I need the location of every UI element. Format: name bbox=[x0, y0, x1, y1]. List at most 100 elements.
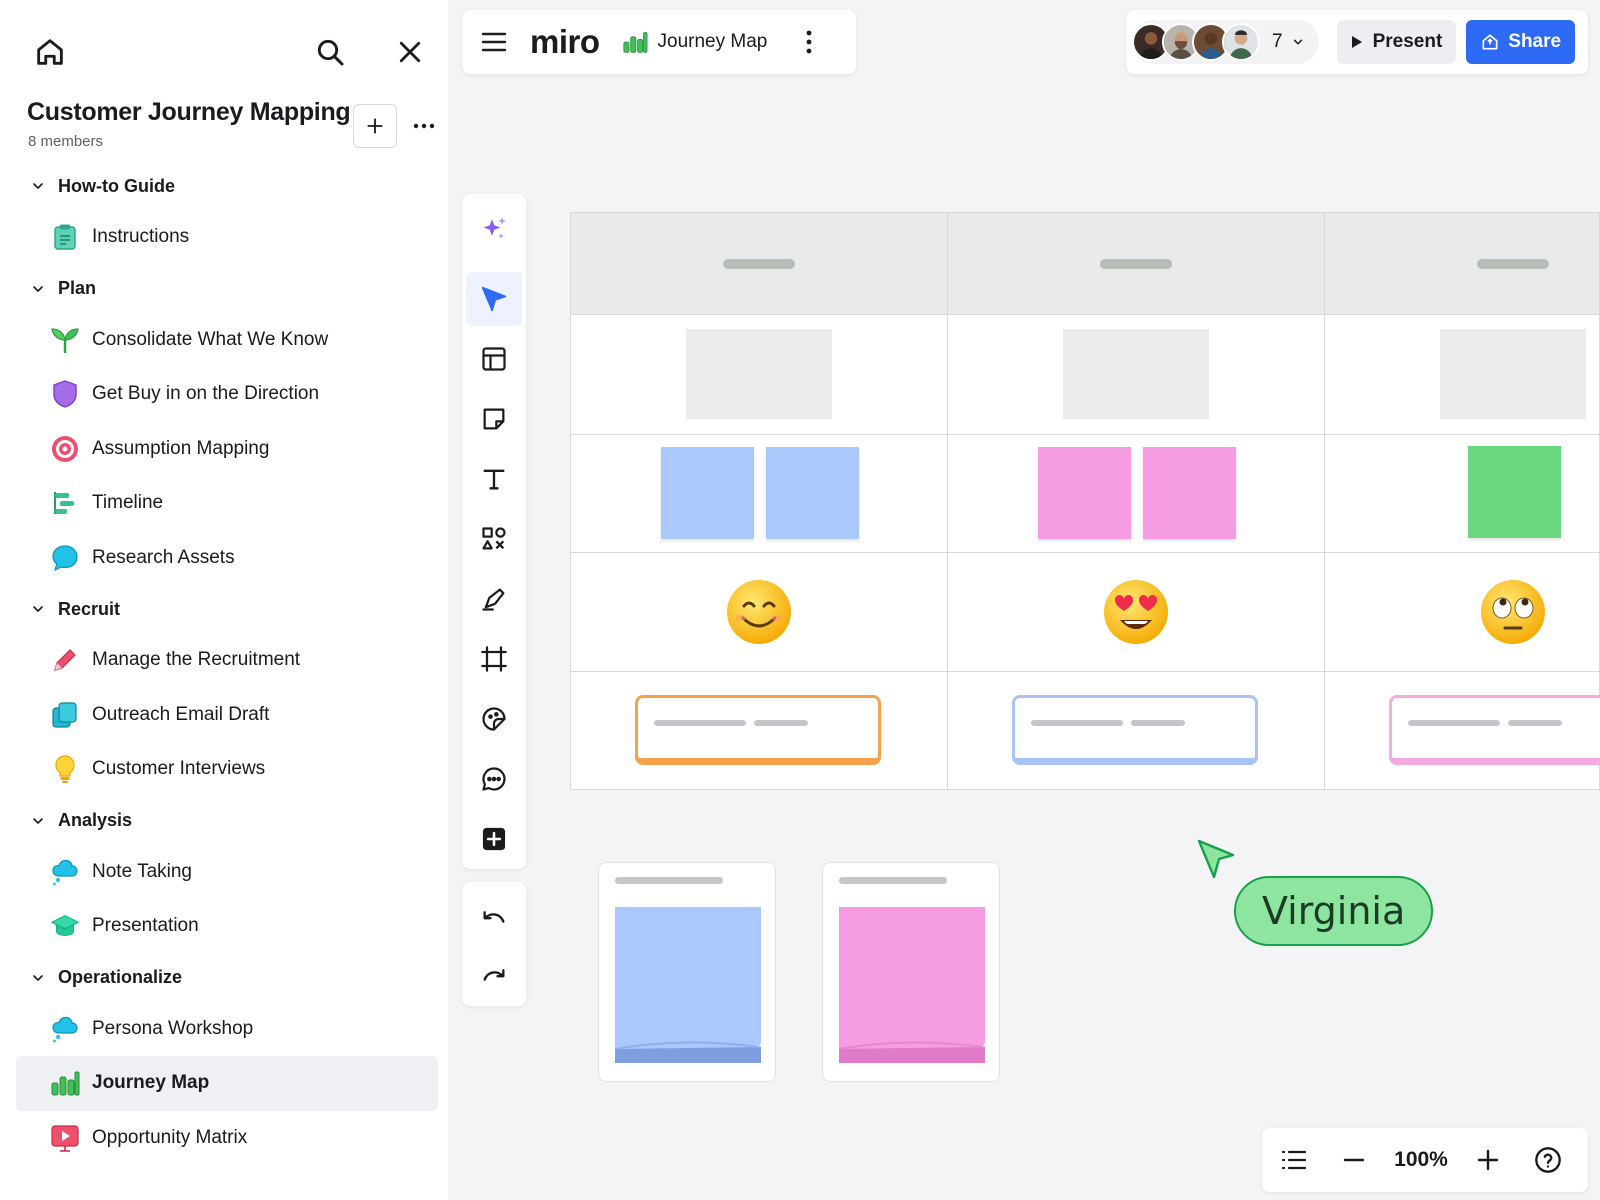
frame-tool-button[interactable] bbox=[466, 632, 522, 686]
miro-logo[interactable]: miro bbox=[530, 23, 600, 61]
image-placeholder[interactable] bbox=[1440, 329, 1586, 419]
zoom-level[interactable]: 100% bbox=[1376, 1148, 1466, 1172]
comment-tool-button[interactable] bbox=[466, 752, 522, 806]
row-divider bbox=[571, 552, 1599, 553]
plus-icon bbox=[367, 118, 383, 134]
text-card[interactable] bbox=[1389, 695, 1600, 765]
shapes-tool-button[interactable] bbox=[466, 512, 522, 566]
nav-item-opportunity-matrix[interactable]: Opportunity Matrix bbox=[16, 1111, 438, 1166]
nav-item-label: Timeline bbox=[92, 492, 164, 514]
bar-chart-icon bbox=[50, 1068, 80, 1098]
section-recruit[interactable]: Recruit bbox=[16, 585, 438, 633]
ai-assist-button[interactable] bbox=[466, 202, 522, 256]
nav-item-note-taking[interactable]: Note Taking bbox=[16, 845, 438, 900]
timeline-icon bbox=[50, 488, 80, 518]
nav-item-instructions[interactable]: Instructions bbox=[16, 210, 438, 265]
section-label: Operationalize bbox=[58, 967, 183, 987]
list-icon bbox=[1281, 1150, 1307, 1170]
text-card[interactable] bbox=[1012, 695, 1258, 765]
help-icon bbox=[1535, 1147, 1561, 1173]
sticky-note-tool-button[interactable] bbox=[466, 392, 522, 446]
nav-item-label: Customer Interviews bbox=[92, 758, 266, 780]
search-button[interactable] bbox=[310, 32, 350, 72]
sidebar: Customer Journey Mapping 8 members How-t… bbox=[0, 0, 448, 1200]
nav-item-research-assets[interactable]: Research Assets bbox=[16, 531, 438, 586]
redo-button[interactable] bbox=[466, 948, 522, 1002]
nav-item-timeline[interactable]: Timeline bbox=[16, 476, 438, 531]
smiling-face-emoji-icon[interactable] bbox=[725, 578, 793, 646]
close-icon bbox=[399, 41, 421, 63]
section-label: Recruit bbox=[58, 598, 121, 619]
pen-icon bbox=[482, 588, 505, 611]
undo-button[interactable] bbox=[466, 890, 522, 944]
journey-map-table[interactable] bbox=[570, 212, 1600, 790]
main-menu-button[interactable] bbox=[474, 22, 514, 62]
nav-item-outreach-email[interactable]: Outreach Email Draft bbox=[16, 688, 438, 743]
nav-item-get-buy-in[interactable]: Get Buy in on the Direction bbox=[16, 367, 438, 422]
sticky-note-stack[interactable] bbox=[598, 862, 776, 1082]
column-title-placeholder bbox=[723, 259, 795, 269]
templates-tool-button[interactable] bbox=[466, 332, 522, 386]
chevron-down-icon bbox=[30, 970, 48, 986]
share-button[interactable]: Share bbox=[1466, 20, 1576, 64]
collaborators-button[interactable]: 7 bbox=[1132, 20, 1319, 64]
board-name: Journey Map bbox=[657, 31, 768, 52]
cursor-arrow-icon bbox=[481, 286, 507, 312]
row-divider bbox=[571, 671, 1599, 672]
help-button[interactable] bbox=[1526, 1138, 1570, 1182]
layout-icon bbox=[482, 347, 506, 371]
plus-icon bbox=[1477, 1149, 1499, 1171]
more-options-button[interactable] bbox=[406, 104, 442, 148]
nav-item-manage-recruitment[interactable]: Manage the Recruitment bbox=[16, 633, 438, 688]
home-button[interactable] bbox=[30, 32, 70, 72]
row-divider bbox=[571, 434, 1599, 435]
lightbulb-icon bbox=[50, 754, 80, 784]
sticky-note[interactable] bbox=[1143, 447, 1236, 539]
share-icon bbox=[1482, 34, 1498, 50]
more-horizontal-icon bbox=[413, 123, 435, 129]
nav-item-presentation[interactable]: Presentation bbox=[16, 899, 438, 954]
stickers-tool-button[interactable] bbox=[466, 692, 522, 746]
eye-roll-emoji-icon[interactable] bbox=[1479, 578, 1547, 646]
sticky-note[interactable] bbox=[766, 447, 859, 539]
sticky-note[interactable] bbox=[839, 907, 985, 1067]
heart-eyes-emoji-icon[interactable] bbox=[1102, 578, 1170, 646]
section-analysis[interactable]: Analysis bbox=[16, 797, 438, 845]
section-plan[interactable]: Plan bbox=[16, 265, 438, 313]
sticky-note[interactable] bbox=[1468, 446, 1561, 538]
zoom-out-button[interactable] bbox=[1332, 1138, 1376, 1182]
nav-item-consolidate[interactable]: Consolidate What We Know bbox=[16, 313, 438, 368]
nav-item-assumption-mapping[interactable]: Assumption Mapping bbox=[16, 422, 438, 477]
text-card[interactable] bbox=[635, 695, 881, 765]
text-tool-button[interactable] bbox=[466, 452, 522, 506]
nav-item-journey-map[interactable]: Journey Map bbox=[16, 1056, 438, 1111]
sticky-note[interactable] bbox=[661, 447, 754, 539]
chevron-down-icon bbox=[30, 281, 48, 297]
close-button[interactable] bbox=[390, 32, 430, 72]
nav-item-customer-interviews[interactable]: Customer Interviews bbox=[16, 742, 438, 797]
select-tool-button[interactable] bbox=[466, 272, 522, 326]
sparkles-icon bbox=[483, 217, 506, 239]
add-page-button[interactable] bbox=[353, 104, 397, 148]
zoom-in-button[interactable] bbox=[1466, 1138, 1510, 1182]
home-icon bbox=[37, 39, 63, 65]
board-options-button[interactable] bbox=[797, 22, 821, 62]
image-placeholder[interactable] bbox=[686, 329, 832, 419]
nav-item-persona-workshop[interactable]: Persona Workshop bbox=[16, 1002, 438, 1057]
section-operationalize[interactable]: Operationalize bbox=[16, 954, 438, 1002]
avatar bbox=[1222, 23, 1260, 61]
outline-button[interactable] bbox=[1272, 1138, 1316, 1182]
section-how-to-guide[interactable]: How-to Guide bbox=[16, 162, 438, 210]
section-label: How-to Guide bbox=[58, 175, 175, 196]
more-tools-button[interactable] bbox=[466, 812, 522, 866]
undo-icon bbox=[483, 911, 505, 923]
sticky-note-stack[interactable] bbox=[822, 862, 1000, 1082]
sticky-note[interactable] bbox=[615, 907, 761, 1067]
board-name-button[interactable]: Journey Map bbox=[622, 30, 768, 54]
present-button[interactable]: Present bbox=[1336, 20, 1457, 64]
pen-tool-button[interactable] bbox=[466, 572, 522, 626]
main-toolbar: miro Journey Map bbox=[462, 10, 856, 74]
image-placeholder[interactable] bbox=[1063, 329, 1209, 419]
redo-icon bbox=[483, 969, 505, 981]
sticky-note[interactable] bbox=[1038, 447, 1131, 539]
